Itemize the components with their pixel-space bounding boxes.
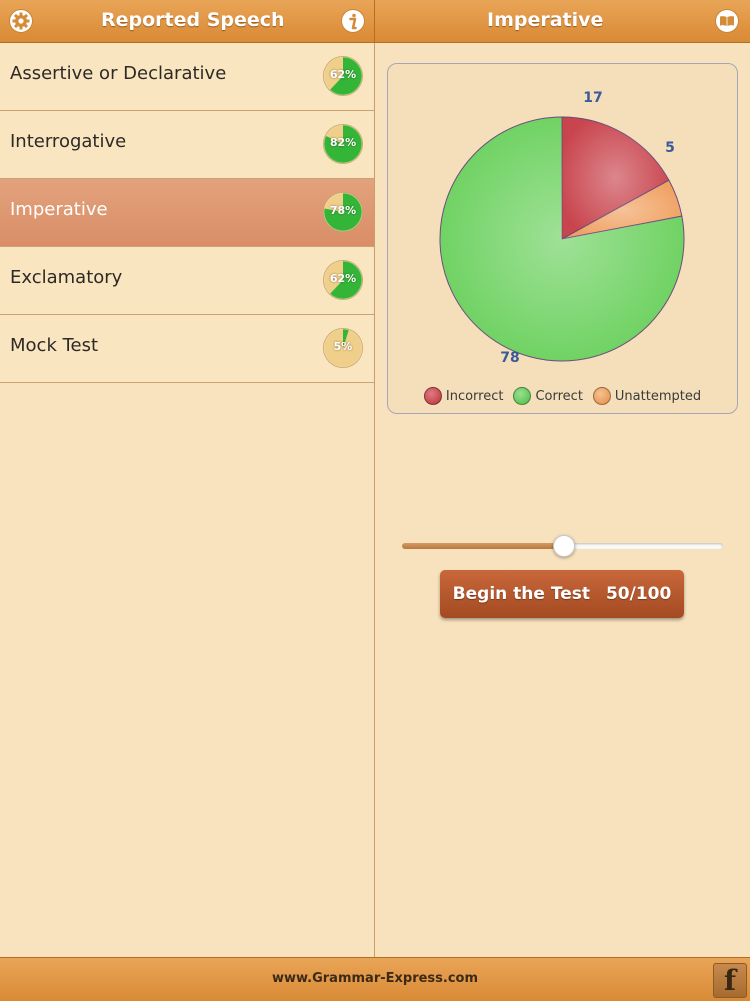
legend-swatch-unattempted (592, 387, 611, 405)
data-label-unattempted: 5 (665, 140, 675, 156)
progress-badge: 5% (322, 327, 364, 369)
slider-thumb[interactable] (552, 535, 575, 557)
gear-icon (9, 9, 33, 33)
bottom-bar: www.Grammar-Express.com f (0, 957, 750, 1001)
topic-row-assertive[interactable]: Assertive or Declarative 62% (0, 43, 374, 111)
app-title: Reported Speech (101, 9, 285, 31)
settings-button[interactable] (8, 8, 34, 34)
topic-label: Mock Test (10, 335, 99, 356)
score-chart: 17 5 78 Incorrect Correct Unattempted (387, 63, 738, 414)
detail-panel: 17 5 78 Incorrect Correct Unattempted Begi… (375, 43, 750, 957)
progress-percent: 5% (333, 340, 353, 353)
topic-label: Imperative (10, 199, 108, 220)
topic-label: Assertive or Declarative (10, 63, 227, 84)
topic-label: Interrogative (10, 131, 127, 152)
progress-badge: 62% (322, 259, 364, 301)
legend-label: Incorrect (445, 388, 504, 404)
progress-badge: 78% (322, 191, 364, 233)
topic-row-exclamatory[interactable]: Exclamatory 62% (0, 247, 374, 315)
progress-percent: 78% (329, 204, 357, 217)
legend-item-incorrect: Incorrect (423, 387, 504, 405)
info-button[interactable] (340, 8, 366, 34)
book-button[interactable] (714, 8, 740, 34)
topic-row-imperative[interactable]: Imperative 78% (0, 179, 374, 247)
data-label-incorrect: 17 (583, 90, 602, 106)
begin-test-button[interactable]: Begin the Test 50/100 (440, 570, 684, 618)
info-icon (341, 9, 365, 33)
question-count: 50/100 (605, 584, 672, 604)
legend-item-unattempted: Unattempted (592, 387, 702, 405)
legend-label: Correct (535, 388, 583, 404)
legend-swatch-correct (513, 387, 532, 405)
data-label-correct: 78 (500, 350, 519, 364)
section-title: Imperative (487, 9, 604, 31)
facebook-icon[interactable]: f (713, 963, 747, 998)
top-bar: Reported Speech Imperative (0, 0, 750, 43)
legend-item-correct: Correct (513, 387, 583, 405)
chart-legend: Incorrect Correct Unattempted (388, 387, 737, 405)
topic-list: Assertive or Declarative 62% Interrogati… (0, 43, 375, 957)
header-divider (374, 0, 375, 42)
begin-test-label: Begin the Test (452, 584, 590, 604)
slider-fill (402, 543, 563, 549)
pie-chart: 17 5 78 (439, 90, 685, 364)
legend-label: Unattempted (614, 388, 702, 404)
topic-label: Exclamatory (10, 267, 123, 288)
progress-percent: 62% (329, 68, 357, 81)
progress-percent: 62% (329, 272, 357, 285)
progress-percent: 82% (329, 136, 357, 149)
progress-badge: 82% (322, 123, 364, 165)
website-link[interactable]: www.Grammar-Express.com (0, 971, 750, 986)
question-count-slider[interactable] (402, 534, 723, 558)
topic-row-mock-test[interactable]: Mock Test 5% (0, 315, 374, 383)
progress-badge: 62% (322, 55, 364, 97)
book-icon (715, 9, 739, 33)
topic-row-interrogative[interactable]: Interrogative 82% (0, 111, 374, 179)
legend-swatch-incorrect (423, 387, 442, 405)
